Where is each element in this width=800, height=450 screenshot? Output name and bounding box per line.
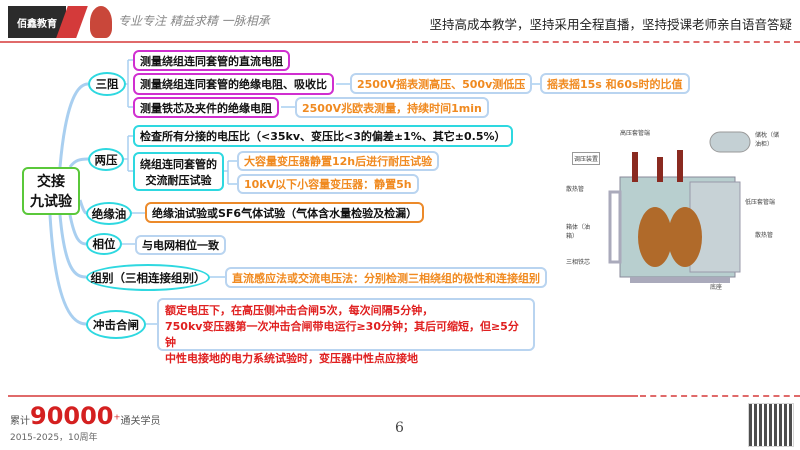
footer-divider	[8, 395, 638, 397]
impact-item: 额定电压下，在高压侧冲击合闸5次，每次间隔5分钟， 750kv变压器第一次冲击合…	[157, 298, 535, 365]
transformer-diagram: 高压套管端 储枕（储油柜） 调压装置 散热管 箱体（油箱） 三相铁芯 低压套管端…	[566, 122, 780, 292]
diagram-label: 高压套管端	[620, 130, 651, 137]
diagram-label: 储枕（储油柜）	[755, 132, 780, 148]
liangya-item-line: 绕组连同套管的	[140, 157, 217, 171]
diagram-label: 散热管	[755, 232, 774, 239]
root-line-1: 交接	[37, 174, 65, 190]
liangya-item: 绕组连同套管的 交流耐压试验	[133, 152, 224, 191]
node-group: 组别（三相连接组别）	[86, 264, 210, 291]
sanzu-item: 测量绕组连同套管的直流电阻	[133, 50, 290, 71]
diagram-label: 低压套管端	[745, 199, 776, 206]
impact-line: 中性电接地的电力系统试验时，变压器中性点应接地	[165, 352, 418, 365]
diagram-label: 散热管	[566, 186, 585, 193]
node-impact: 冲击合闸	[86, 310, 146, 339]
impact-line: 750kv变压器第一次冲击合闸带电运行≥30分钟；其后可缩短，但≥5分钟	[165, 320, 519, 349]
phase-item: 与电网相位一致	[135, 235, 226, 255]
node-phase: 相位	[86, 233, 122, 255]
sanzu-note: 2500V兆欧表测量，持续时间1min	[295, 97, 489, 118]
count-suffix: 通关学员	[120, 416, 161, 427]
liangya-item: 检查所有分接的电压比（<35kv、变压比<3的偏差±1%、其它±0.5%）	[133, 125, 513, 147]
diagram-label: 箱体（油箱）	[566, 224, 591, 240]
anniversary: 2015-2025，10周年	[10, 433, 98, 443]
sanzu-item: 测量铁芯及夹件的绝缘电阻	[133, 97, 279, 118]
liangya-note: 大容量变压器静置12h后进行耐压试验	[237, 151, 440, 171]
impact-line: 额定电压下，在高压侧冲击合闸5次，每次间隔5分钟，	[165, 304, 434, 317]
count-value: 90000	[30, 402, 114, 430]
oil-item: 绝缘油试验或SF6气体试验（气体含水量检验及检漏）	[145, 202, 425, 223]
node-liangya: 两压	[88, 148, 124, 171]
liangya-item-line: 交流耐压试验	[145, 173, 212, 187]
sanzu-note: 摇表摇15s 和60s时的比值	[540, 73, 690, 94]
root-line-2: 九试验	[30, 194, 72, 210]
root-node: 交接 九试验	[22, 167, 80, 215]
node-sanzu: 三阻	[88, 72, 126, 96]
diagram-label: 三相铁芯	[566, 259, 591, 266]
student-count: 累计90000+通关学员	[10, 402, 160, 430]
liangya-note: 10kV以下小容量变压器：静置5h	[237, 174, 419, 194]
sanzu-note: 2500V摇表测高压、500v测低压	[350, 73, 533, 94]
node-oil: 绝缘油	[86, 202, 132, 225]
count-prefix: 累计	[10, 416, 30, 427]
footer-divider-dashed	[640, 395, 800, 397]
page-number: 6	[395, 420, 404, 436]
qr-code	[748, 403, 794, 447]
diagram-label: 调压装置	[572, 152, 601, 165]
sanzu-item: 测量绕组连同套管的绝缘电阻、吸收比	[133, 73, 334, 95]
transformer-drawing	[608, 131, 751, 283]
diagram-label: 底座	[710, 284, 723, 291]
group-item: 直流感应法或交流电压法：分别检测三相绕组的极性和连接组别	[225, 267, 547, 288]
